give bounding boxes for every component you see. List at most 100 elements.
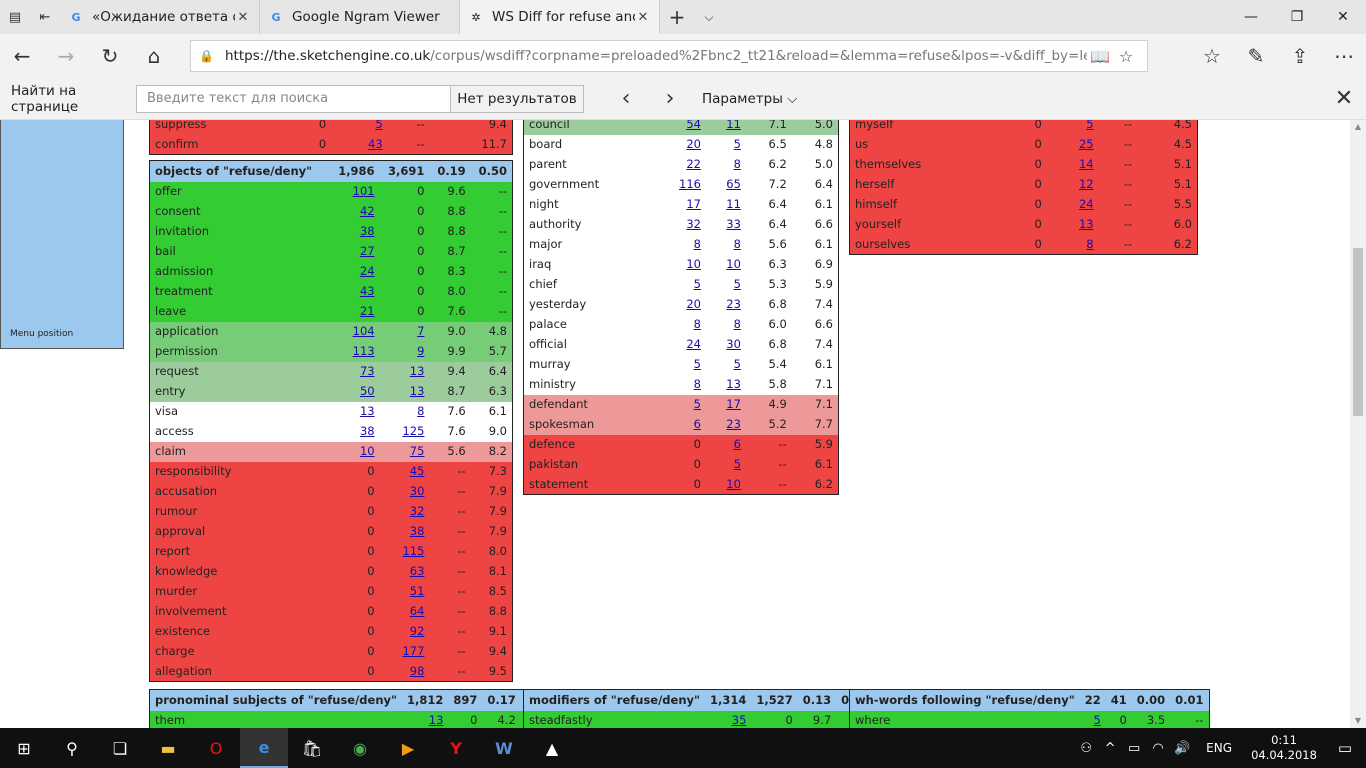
freq-1-link[interactable]: 24 <box>360 264 375 278</box>
freq-1-link[interactable]: 20 <box>686 137 701 151</box>
freq-1-link[interactable]: 21 <box>360 304 375 318</box>
freq-2-link[interactable]: 25 <box>1079 137 1094 151</box>
freq-2-link[interactable]: 10 <box>726 477 741 491</box>
freq-2-link[interactable]: 8 <box>417 404 424 418</box>
freq-1-link[interactable]: 35 <box>732 713 747 727</box>
freq-2-link[interactable]: 13 <box>1079 217 1094 231</box>
find-close-icon[interactable]: ✕ <box>1322 79 1366 119</box>
freq-1-link[interactable]: 43 <box>360 284 375 298</box>
favorites-hub-icon[interactable]: ☆ <box>1190 34 1234 78</box>
freq-1-link[interactable]: 17 <box>686 197 701 211</box>
freq-1-link[interactable]: 5 <box>694 397 701 411</box>
freq-1-link[interactable]: 50 <box>360 384 375 398</box>
wifi-icon[interactable]: ◠ <box>1146 741 1170 756</box>
menu-panel[interactable]: Menu position <box>0 120 124 349</box>
freq-2-link[interactable]: 38 <box>410 524 425 538</box>
freq-2-link[interactable]: 115 <box>402 544 424 558</box>
freq-2-link[interactable]: 9 <box>417 344 424 358</box>
freq-1-link[interactable]: 101 <box>353 184 375 198</box>
chevron-down-icon[interactable]: ⌵ <box>694 0 724 34</box>
freq-1-link[interactable]: 8 <box>694 377 701 391</box>
back-icon[interactable]: ← <box>0 34 44 78</box>
address-bar[interactable]: 🔒 https://the.sketchengine.co.uk/corpus/… <box>190 40 1148 72</box>
freq-2-link[interactable]: 5 <box>734 457 741 471</box>
freq-2-link[interactable]: 8 <box>734 157 741 171</box>
restore-icon[interactable]: ❐ <box>1274 0 1320 34</box>
freq-2-link[interactable]: 13 <box>726 377 741 391</box>
close-icon[interactable]: ✕ <box>1320 0 1366 34</box>
tab-manager-icon[interactable]: ▤ <box>0 0 30 34</box>
share-icon[interactable]: ⇪ <box>1278 34 1322 78</box>
refresh-icon[interactable]: ↻ <box>88 34 132 78</box>
opera-icon[interactable]: O <box>192 728 240 768</box>
freq-2-link[interactable]: 92 <box>410 624 425 638</box>
freq-1-link[interactable]: 8 <box>694 237 701 251</box>
freq-1-link[interactable]: 42 <box>360 204 375 218</box>
freq-2-link[interactable]: 43 <box>368 137 383 151</box>
freq-1-link[interactable]: 20 <box>686 297 701 311</box>
freq-1-link[interactable]: 73 <box>360 364 375 378</box>
freq-2-link[interactable]: 30 <box>410 484 425 498</box>
freq-1-link[interactable]: 38 <box>360 424 375 438</box>
freq-2-link[interactable]: 7 <box>417 324 424 338</box>
new-tab-icon[interactable]: + <box>660 0 694 34</box>
freq-1-link[interactable]: 32 <box>686 217 701 231</box>
more-icon[interactable]: ⋯ <box>1322 34 1366 78</box>
reading-view-icon[interactable]: 📖 <box>1087 47 1113 66</box>
freq-1-link[interactable]: 6 <box>694 417 701 431</box>
freq-1-link[interactable]: 8 <box>694 317 701 331</box>
notifications-icon[interactable]: ▭ <box>1324 739 1366 757</box>
close-tab-icon[interactable]: ✕ <box>635 10 651 25</box>
freq-2-link[interactable]: 64 <box>410 604 425 618</box>
tab-0[interactable]: G «Ожидание ответа от book ✕ <box>60 0 260 34</box>
freq-1-link[interactable]: 10 <box>686 257 701 271</box>
set-aside-tabs-icon[interactable]: ⇤ <box>30 0 60 34</box>
freq-2-link[interactable]: 8 <box>1086 237 1093 251</box>
freq-2-link[interactable]: 33 <box>726 217 741 231</box>
people-icon[interactable]: ⚇ <box>1074 741 1098 756</box>
freq-2-link[interactable]: 24 <box>1079 197 1094 211</box>
minimize-icon[interactable]: — <box>1228 0 1274 34</box>
freq-2-link[interactable]: 5 <box>734 277 741 291</box>
clock[interactable]: 0:11 04.04.2018 <box>1244 733 1324 763</box>
battery-icon[interactable]: ▭ <box>1122 741 1146 756</box>
task-view-icon[interactable]: ❏ <box>96 728 144 768</box>
tab-2[interactable]: ✲ WS Diff for refuse and d ✕ <box>460 0 660 34</box>
chevron-up-icon[interactable]: ^ <box>1098 741 1122 756</box>
scroll-down-icon[interactable]: ▼ <box>1350 714 1366 728</box>
web-note-icon[interactable]: ✎ <box>1234 34 1278 78</box>
freq-2-link[interactable]: 51 <box>410 584 425 598</box>
freq-1-link[interactable]: 24 <box>686 337 701 351</box>
freq-2-link[interactable]: 6 <box>734 437 741 451</box>
freq-1-link[interactable]: 116 <box>679 177 701 191</box>
freq-2-link[interactable]: 5 <box>734 357 741 371</box>
freq-1-link[interactable]: 22 <box>686 157 701 171</box>
word-icon[interactable]: W <box>480 728 528 768</box>
freq-1-link[interactable]: 54 <box>686 120 701 131</box>
scroll-up-icon[interactable]: ▲ <box>1350 120 1366 134</box>
freq-1-link[interactable]: 10 <box>360 444 375 458</box>
find-input[interactable]: Введите текст для поиска <box>136 84 451 113</box>
freq-2-link[interactable]: 177 <box>402 644 424 658</box>
find-previous-icon[interactable]: ‹ <box>604 79 648 119</box>
freq-2-link[interactable]: 12 <box>1079 177 1094 191</box>
freq-2-link[interactable]: 5 <box>1086 120 1093 131</box>
freq-2-link[interactable]: 10 <box>726 257 741 271</box>
freq-2-link[interactable]: 14 <box>1079 157 1094 171</box>
freq-2-link[interactable]: 63 <box>410 564 425 578</box>
freq-1-link[interactable]: 27 <box>360 244 375 258</box>
freq-1-link[interactable]: 38 <box>360 224 375 238</box>
freq-1-link[interactable]: 5 <box>1093 713 1100 727</box>
photos-icon[interactable]: ▲ <box>528 728 576 768</box>
media-player-icon[interactable]: ▶ <box>384 728 432 768</box>
home-icon[interactable]: ⌂ <box>132 34 176 78</box>
freq-2-link[interactable]: 23 <box>726 417 741 431</box>
freq-2-link[interactable]: 32 <box>410 504 425 518</box>
language-indicator[interactable]: ENG <box>1194 741 1244 755</box>
freq-1-link[interactable]: 5 <box>694 277 701 291</box>
freq-2-link[interactable]: 65 <box>726 177 741 191</box>
tab-1[interactable]: G Google Ngram Viewer <box>260 0 460 34</box>
chrome-icon[interactable]: ◉ <box>336 728 384 768</box>
freq-2-link[interactable]: 98 <box>410 664 425 678</box>
scrollbar-thumb[interactable] <box>1353 248 1363 416</box>
